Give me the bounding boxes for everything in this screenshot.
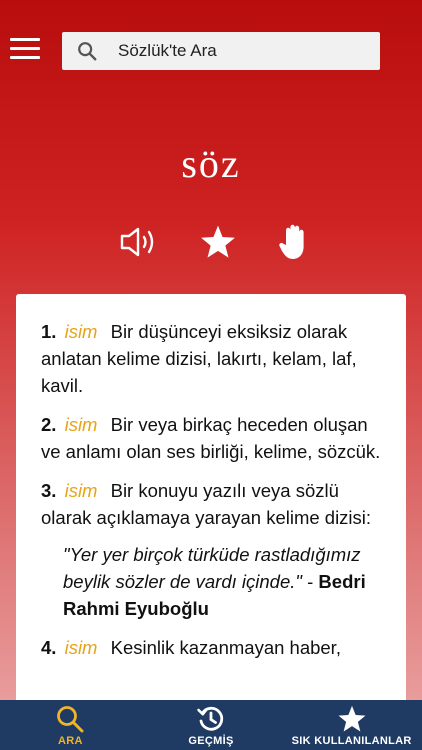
tab-history[interactable]: GEÇMİŞ	[141, 700, 282, 750]
menu-icon[interactable]	[10, 38, 40, 62]
definition-number: 2.	[41, 414, 57, 435]
tab-favorites[interactable]: SIK KULLANILANLAR	[281, 700, 422, 750]
history-icon	[197, 706, 224, 731]
favorite-button[interactable]	[194, 218, 242, 266]
report-button[interactable]	[270, 218, 318, 266]
definition-number: 1.	[41, 321, 57, 342]
search-bar[interactable]	[62, 32, 380, 70]
search-icon	[78, 42, 97, 61]
star-icon	[201, 225, 235, 258]
top-bar	[0, 0, 422, 90]
part-of-speech: isim	[64, 480, 98, 501]
example-quote: "Yer yer birçok türküde rastladığımız be…	[41, 541, 386, 622]
search-icon	[57, 706, 84, 733]
bottom-tab-bar: ARA GEÇMİŞ SIK KULLANILANLAR	[0, 700, 422, 750]
star-icon	[338, 705, 366, 732]
definition-number: 4.	[41, 637, 57, 658]
tab-label: ARA	[57, 735, 83, 747]
hand-icon	[279, 224, 304, 259]
definition-text: Kesinlik kazanmayan haber,	[110, 637, 341, 658]
tab-search[interactable]: ARA	[0, 700, 141, 750]
quote-separator: -	[301, 571, 319, 592]
tab-label: SIK KULLANILANLAR	[291, 735, 412, 747]
part-of-speech: isim	[64, 321, 98, 342]
definition-4: 4. isim Kesinlik kazanmayan haber,	[41, 634, 386, 661]
definitions-card: 1. isim Bir düşünceyi eksiksiz olarak an…	[16, 294, 406, 714]
definition-2: 2. isim Bir veya birkaç heceden oluşan v…	[41, 411, 386, 465]
word-actions	[0, 218, 422, 266]
speaker-button[interactable]	[116, 218, 164, 266]
search-input[interactable]	[118, 41, 368, 61]
definition-3: 3. isim Bir konuyu yazılı veya sözlü ola…	[41, 477, 386, 531]
part-of-speech: isim	[64, 414, 98, 435]
word-title: söz	[181, 141, 241, 186]
definition-number: 3.	[41, 480, 57, 501]
tab-label: GEÇMİŞ	[188, 735, 234, 747]
definition-1: 1. isim Bir düşünceyi eksiksiz olarak an…	[41, 318, 386, 399]
part-of-speech: isim	[64, 637, 98, 658]
speaker-icon	[120, 227, 154, 257]
